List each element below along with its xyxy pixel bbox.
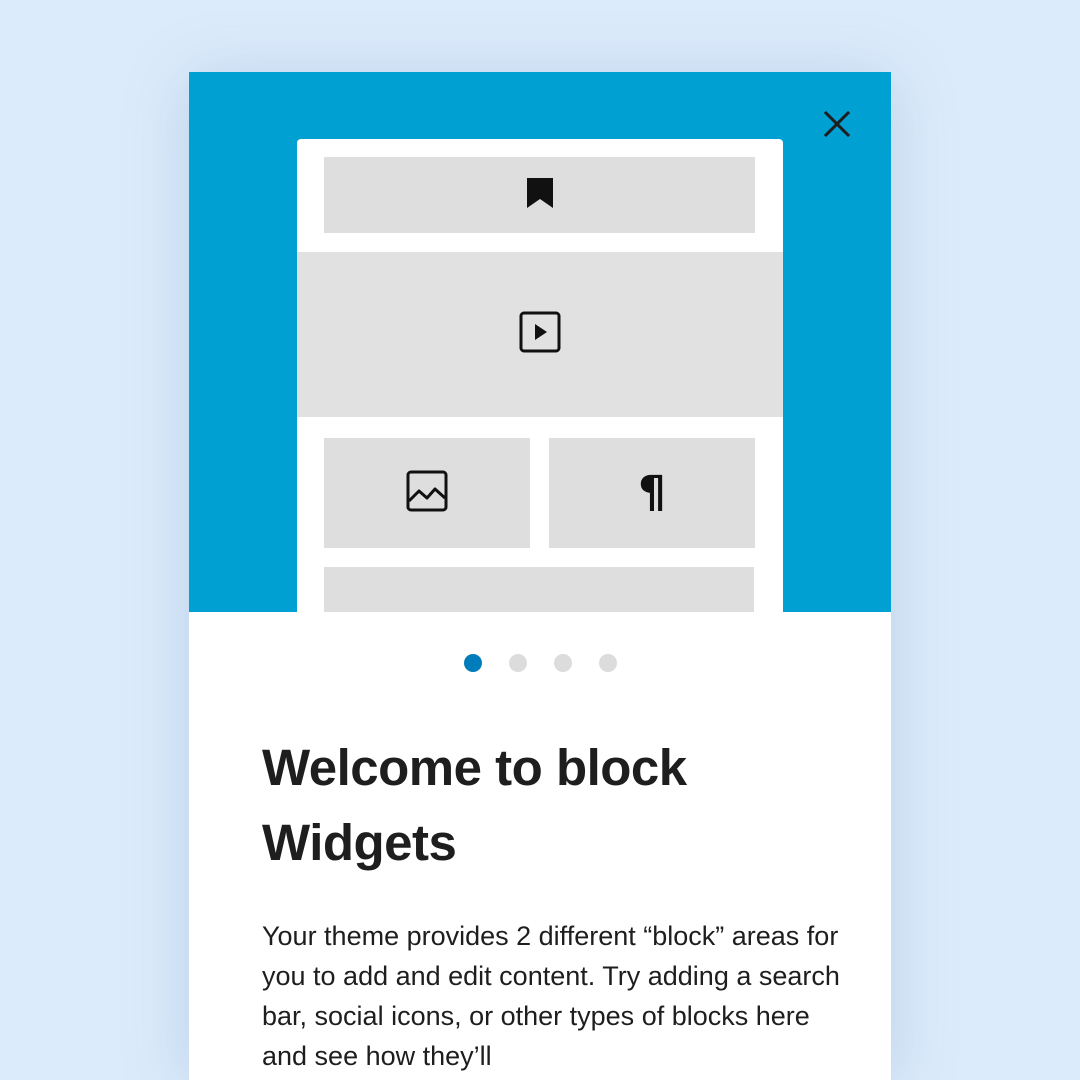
- page-dot-1[interactable]: [463, 654, 482, 672]
- paragraph-icon: ¶: [638, 467, 666, 518]
- welcome-illustration: ¶: [189, 72, 891, 612]
- block-placeholder-paragraph: ¶: [549, 438, 755, 548]
- bookmark-icon: [526, 177, 554, 214]
- guide-title: Welcome to block Widgets: [262, 739, 687, 871]
- block-placeholder-empty: [324, 567, 754, 612]
- image-icon: [406, 470, 448, 517]
- block-placeholder-video: [297, 252, 783, 417]
- close-button[interactable]: [815, 108, 859, 144]
- page-dot-3[interactable]: [553, 654, 572, 672]
- page-indicator: [189, 654, 891, 674]
- widget-area-preview: ¶: [297, 139, 783, 612]
- video-play-icon: [519, 311, 561, 358]
- welcome-guide-modal: ¶ Welcome to block Widgets Your theme pr…: [189, 72, 891, 1080]
- page-dot-2[interactable]: [508, 654, 527, 672]
- guide-description: Your theme provides 2 different “block” …: [262, 921, 840, 1071]
- page-dot-4[interactable]: [598, 654, 617, 672]
- block-placeholder-bookmark: [324, 157, 755, 233]
- close-icon: [823, 110, 851, 142]
- block-placeholder-image: [324, 438, 530, 548]
